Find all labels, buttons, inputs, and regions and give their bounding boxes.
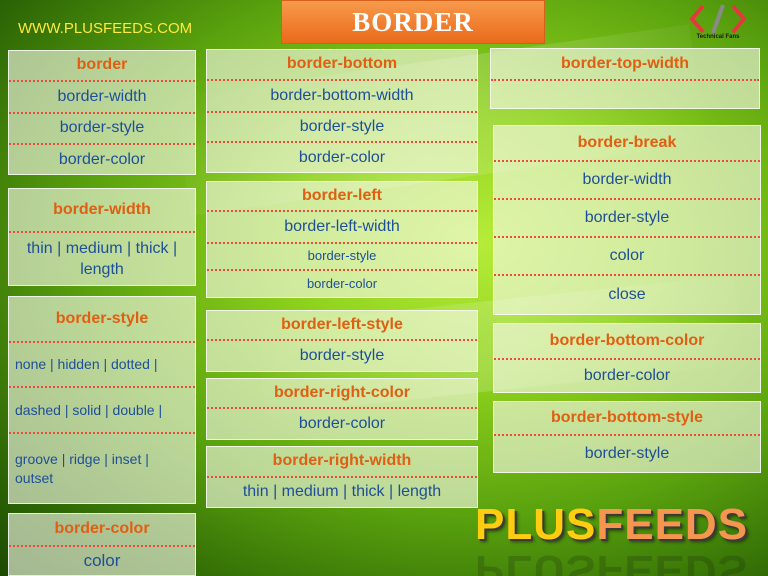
box-item: border-style (207, 244, 477, 271)
box-heading: border-width (9, 189, 195, 233)
box-item: close (608, 285, 646, 303)
box-border-left-style: border-left-style border-style (206, 310, 478, 372)
box-item: none | hidden | dotted | (9, 343, 195, 388)
brand-reflection: PLUSFEEDS (475, 546, 749, 576)
box-border-style: border-style none | hidden | dotted | da… (8, 296, 196, 504)
box-heading: border-bottom-color (494, 324, 760, 360)
box-border-break: border-break border-width border-style c… (493, 125, 761, 315)
box-heading: border-right-color (207, 379, 477, 409)
box-border-left: border-left border-left-width border-sty… (206, 181, 478, 298)
box-item: border-bottom-width (207, 81, 477, 113)
box-border-right-color: border-right-color border-color (206, 378, 478, 440)
box-item: border-color (583, 366, 671, 384)
brand-plus: PLUS (475, 500, 597, 549)
box-heading: border-left-style (207, 311, 477, 341)
box-heading: border-bottom (207, 50, 477, 81)
box-border-width: border-width thin | medium | thick | len… (8, 188, 196, 286)
box-border-bottom-style: border-bottom-style border-style (493, 401, 761, 473)
box-item: border-color (58, 151, 146, 169)
box-item: thin | medium | thick | length (242, 483, 442, 501)
box-item: dashed | solid | double | (9, 388, 195, 434)
box-border-bottom-color: border-bottom-color border-color (493, 323, 761, 393)
box-item: border-style (9, 114, 195, 145)
box-item: border-color (298, 149, 386, 167)
box-item: border-width (9, 82, 195, 114)
box-heading: border-style (9, 297, 195, 343)
logo: Technical Fans (683, 2, 753, 40)
box-heading: border-bottom-style (494, 402, 760, 436)
box-border-bottom: border-bottom border-bottom-width border… (206, 49, 478, 173)
box-item: border-style (207, 113, 477, 143)
box-item: thin | medium | thick | length (26, 240, 178, 278)
brand-logo: PLUSFEEDS (475, 500, 748, 550)
box-heading: border-color (9, 514, 195, 547)
box-item: border-style (584, 444, 670, 462)
box-heading: border (9, 51, 195, 82)
page-title: BORDER (281, 0, 545, 44)
box-item: groove | ridge | inset | outset (15, 451, 149, 486)
brand-feeds: FEEDS (596, 500, 749, 549)
box-border: border border-width border-style border-… (8, 50, 196, 175)
box-item: border-color (306, 275, 378, 291)
box-item: border-color (298, 414, 386, 432)
box-item: border-width (494, 162, 760, 200)
box-item: border-style (299, 346, 385, 364)
box-item: color (494, 238, 760, 276)
box-heading: border-break (494, 126, 760, 162)
code-brackets-icon (689, 4, 747, 34)
box-border-color: border-color color (8, 513, 196, 576)
box-heading: border-right-width (207, 447, 477, 478)
box-border-right-width: border-right-width thin | medium | thick… (206, 446, 478, 508)
box-border-top-width: border-top-width (490, 48, 760, 109)
site-url: WWW.PLUSFEEDS.COM (18, 20, 193, 37)
box-item: border-style (494, 200, 760, 238)
logo-caption: Technical Fans (696, 34, 740, 40)
box-heading: border-top-width (491, 49, 759, 81)
box-item: border-left-width (207, 212, 477, 244)
box-heading: border-left (207, 182, 477, 212)
box-item: color (83, 550, 121, 570)
